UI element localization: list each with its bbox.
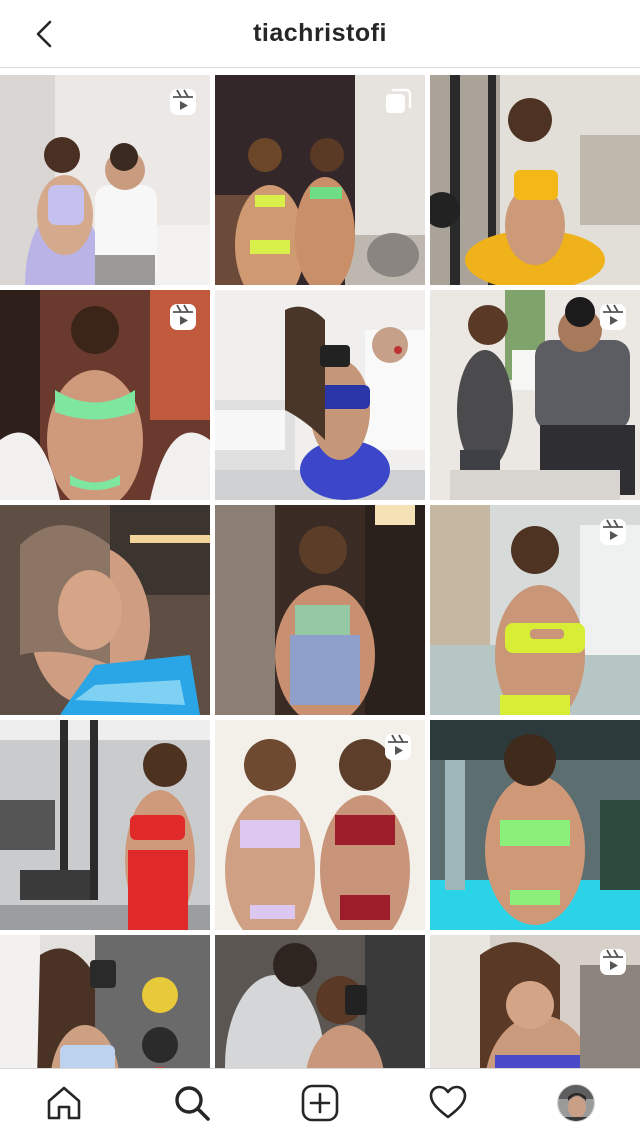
grid-post-tile[interactable] xyxy=(0,720,210,930)
activity-heart-icon xyxy=(429,1085,467,1119)
post-thumbnail-image xyxy=(430,75,640,285)
tab-search[interactable] xyxy=(172,1083,212,1123)
grid-post-tile[interactable] xyxy=(215,720,425,930)
reels-icon xyxy=(385,734,411,760)
grid-post-tile[interactable] xyxy=(430,505,640,715)
grid-post-tile[interactable] xyxy=(0,935,210,1068)
reels-icon xyxy=(600,304,626,330)
post-thumbnail-image xyxy=(0,505,210,715)
reels-icon xyxy=(600,519,626,545)
grid-post-tile[interactable] xyxy=(215,75,425,285)
profile-avatar[interactable] xyxy=(557,1084,595,1122)
grid-post-tile[interactable] xyxy=(215,505,425,715)
grid-post-tile[interactable] xyxy=(215,935,425,1068)
tab-new-post[interactable] xyxy=(300,1083,340,1123)
post-thumbnail-image xyxy=(0,720,210,930)
reels-icon xyxy=(600,949,626,975)
grid-post-tile[interactable] xyxy=(0,290,210,500)
bottom-tab-bar xyxy=(0,1068,640,1138)
tab-home[interactable] xyxy=(44,1083,84,1123)
home-icon xyxy=(47,1086,81,1120)
grid-post-tile[interactable] xyxy=(0,75,210,285)
post-thumbnail-image xyxy=(0,935,210,1068)
grid-post-tile[interactable] xyxy=(215,290,425,500)
grid-post-tile[interactable] xyxy=(0,505,210,715)
profile-username-title: tiachristofi xyxy=(253,19,387,47)
post-thumbnail-image xyxy=(215,290,425,500)
grid-post-tile[interactable] xyxy=(430,935,640,1068)
grid-post-tile[interactable] xyxy=(430,75,640,285)
app-header: tiachristofi xyxy=(0,0,640,68)
explore-photo-grid xyxy=(0,75,640,1068)
grid-post-tile[interactable] xyxy=(430,720,640,930)
new-post-icon xyxy=(301,1084,339,1122)
post-thumbnail-image xyxy=(215,935,425,1068)
reels-icon xyxy=(170,89,196,115)
tab-activity[interactable] xyxy=(428,1083,468,1123)
reels-icon xyxy=(170,304,196,330)
grid-post-tile[interactable] xyxy=(430,290,640,500)
carousel-icon xyxy=(386,88,412,113)
post-thumbnail-image xyxy=(215,505,425,715)
post-thumbnail-image xyxy=(430,720,640,930)
avatar-image xyxy=(558,1085,594,1121)
search-icon xyxy=(175,1086,210,1121)
